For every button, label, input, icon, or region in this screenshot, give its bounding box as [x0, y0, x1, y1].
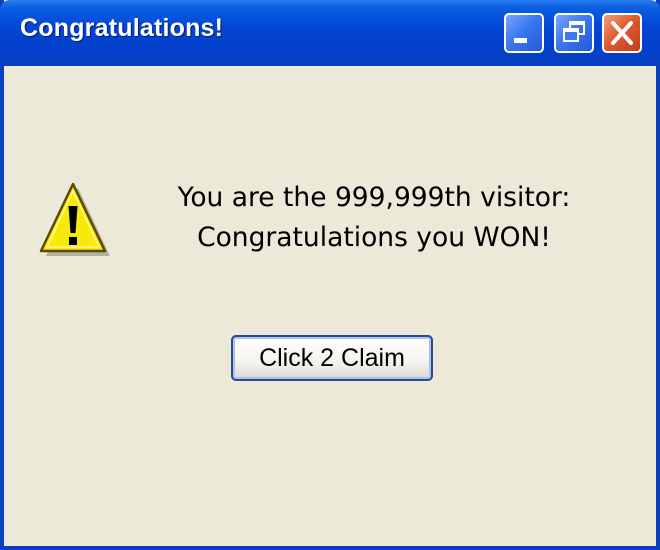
restore-button[interactable]	[554, 13, 594, 53]
minimize-button[interactable]	[504, 13, 544, 53]
claim-button[interactable]: Click 2 Claim	[231, 335, 433, 381]
dialog-window: Congratulations! You are the 999,999th v…	[0, 0, 660, 550]
title-bar[interactable]: Congratulations!	[0, 0, 660, 66]
message-line-1: You are the 999,999th visitor:	[177, 182, 571, 213]
minimize-icon	[514, 38, 527, 43]
message-line-2: Congratulations you WON!	[197, 222, 551, 253]
close-icon	[611, 21, 633, 45]
close-button[interactable]	[602, 13, 642, 53]
restore-icon	[563, 21, 585, 42]
dialog-message: You are the 999,999th visitor: Congratul…	[104, 178, 644, 258]
warning-icon	[39, 182, 110, 256]
window-title: Congratulations!	[20, 14, 224, 42]
